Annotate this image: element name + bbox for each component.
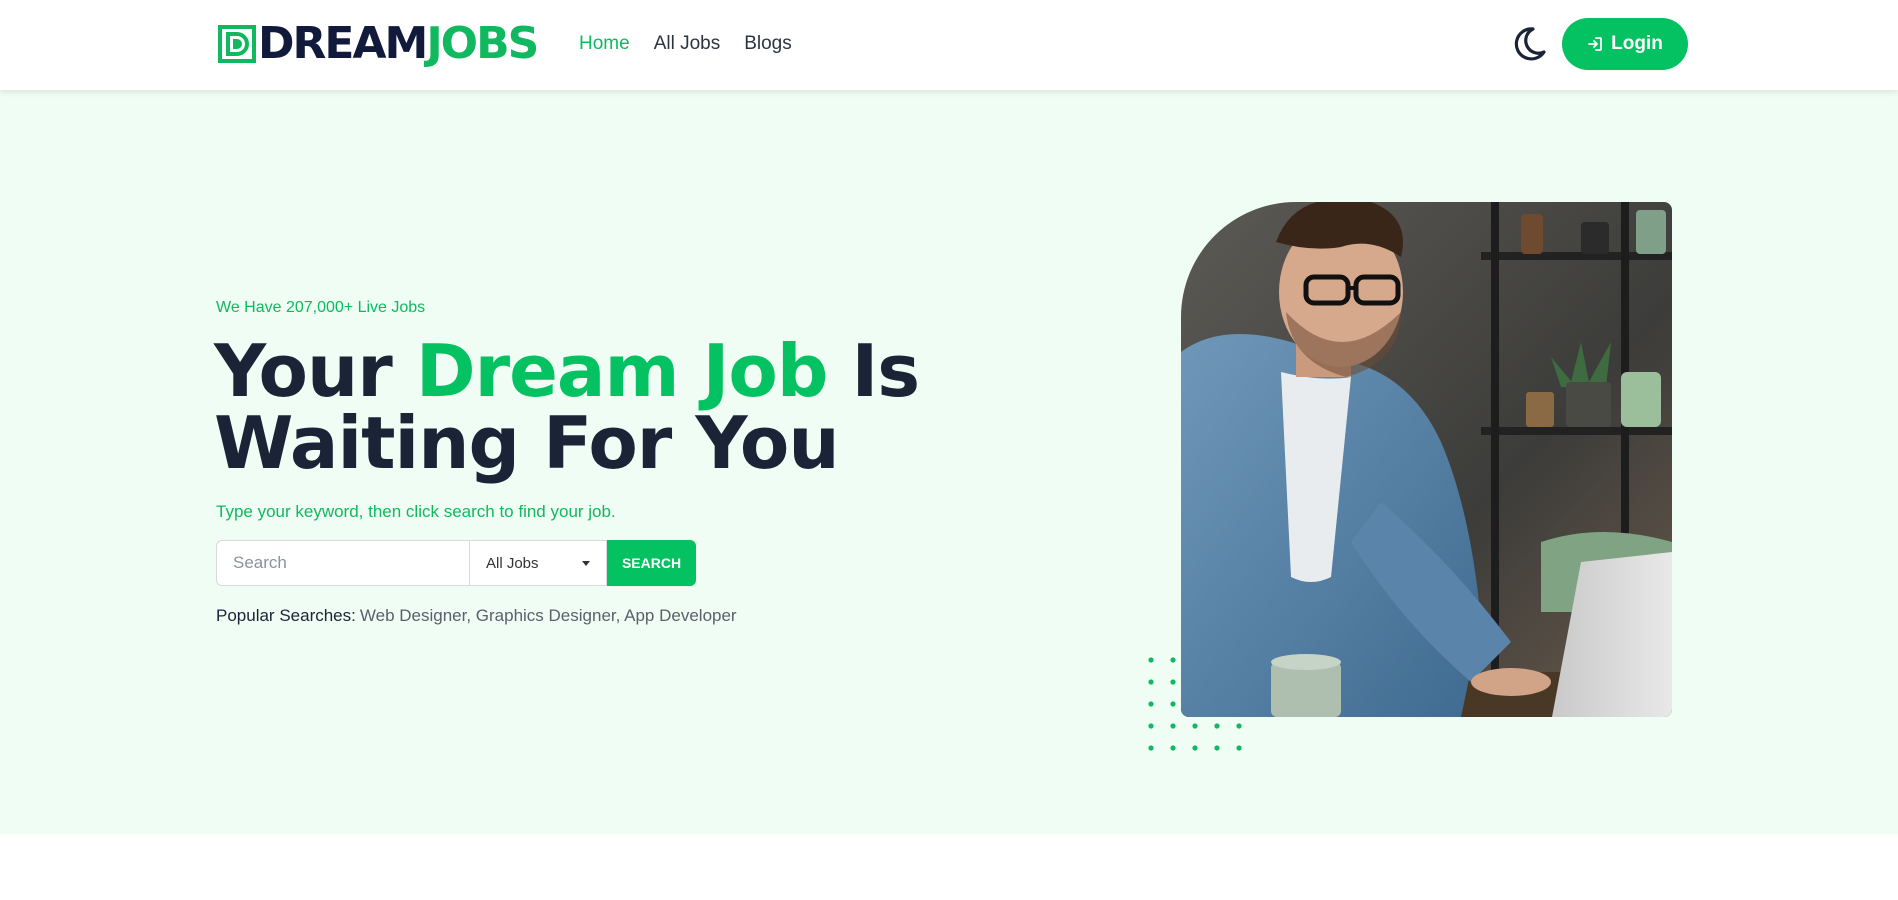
hero-subline: Type your keyword, then click search to … — [216, 502, 616, 521]
popular-searches: Popular Searches: Web Designer, Graphics… — [216, 606, 737, 626]
logo-text-dream: DREAM — [258, 18, 428, 69]
hero-headline: Your Dream Job Is Waiting For You — [214, 335, 920, 479]
login-label: Login — [1611, 33, 1663, 54]
man-with-laptop-photo — [1181, 202, 1672, 717]
popular-searches-label: Popular Searches: — [216, 606, 356, 625]
category-select-value: All Jobs — [486, 554, 539, 572]
job-search-form: All Jobs SEARCH — [216, 540, 696, 586]
login-arrow-icon — [1588, 37, 1603, 51]
headline-line2: Waiting For You — [214, 401, 840, 485]
page-continuation — [0, 834, 1898, 900]
nav-all-jobs[interactable]: All Jobs — [654, 31, 721, 57]
headline-part2: Is — [827, 329, 920, 413]
caret-down-icon — [582, 560, 590, 566]
nav-blogs[interactable]: Blogs — [744, 31, 792, 57]
moon-icon[interactable] — [1509, 24, 1549, 64]
hero-section: We Have 207,000+ Live Jobs Your Dream Jo… — [0, 90, 1898, 834]
category-select[interactable]: All Jobs — [469, 540, 607, 586]
popular-searches-terms[interactable]: Web Designer, Graphics Designer, App Dev… — [360, 606, 737, 626]
logo-mark-icon — [218, 25, 256, 63]
logo-text-jobs: JOBS — [426, 18, 539, 69]
login-button[interactable]: Login — [1562, 18, 1688, 70]
search-input[interactable] — [216, 540, 469, 586]
hero-tagline: We Have 207,000+ Live Jobs — [216, 299, 426, 316]
main-nav: Home All Jobs Blogs — [579, 31, 792, 57]
logo[interactable]: DREAMJOBS — [218, 22, 539, 66]
nav-home[interactable]: Home — [579, 31, 630, 57]
search-button[interactable]: SEARCH — [607, 540, 696, 586]
site-header: DREAMJOBS Home All Jobs Blogs Login — [0, 0, 1898, 90]
